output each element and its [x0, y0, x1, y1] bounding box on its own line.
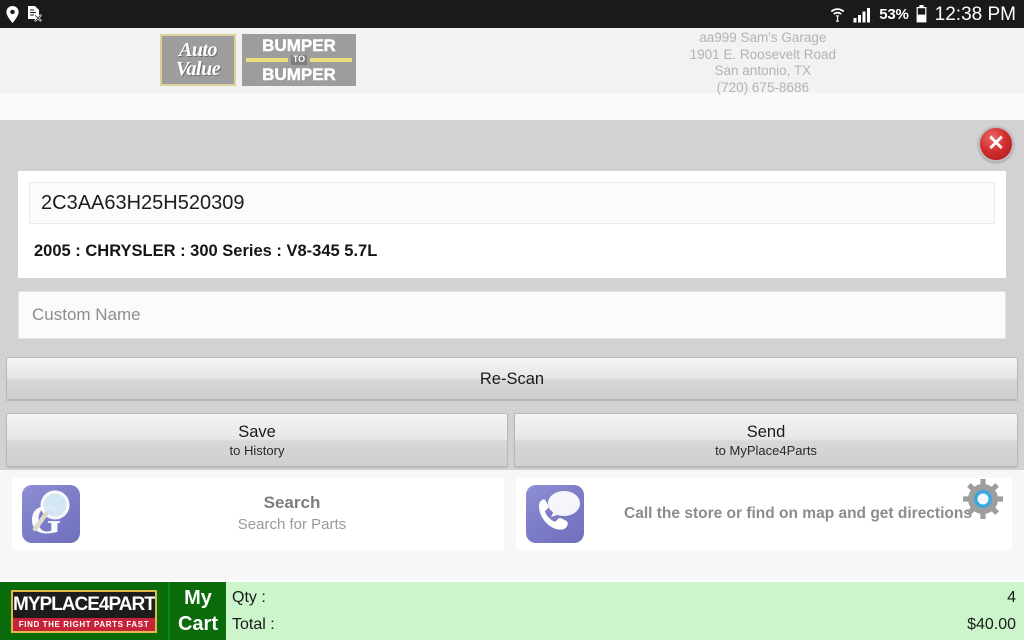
my-cart-button[interactable]: My Cart [168, 582, 226, 640]
custom-name-input[interactable] [18, 291, 1006, 339]
my-cart-line1: My [184, 587, 212, 609]
save-to-history-button[interactable]: Save to History [6, 413, 508, 467]
search-tile-subtitle: Search for Parts [237, 516, 347, 533]
gear-icon[interactable] [960, 476, 1006, 522]
contact-tile-label: Call the store or find on map and get di… [624, 505, 972, 522]
vehicle-description: 2005 : CHRYSLER : 300 Series : V8-345 5.… [34, 242, 378, 260]
status-bar-right-icons: 53% 12:38 PM [829, 5, 1016, 24]
myplace4parts-logo-box: MYPLACE4PARTS FIND THE RIGHT PARTS FAST [11, 589, 157, 633]
store-info: aa999 Sam's Garage 1901 E. Roosevelt Roa… [690, 30, 836, 96]
close-icon-glyph: ✕ [987, 131, 1005, 155]
search-tile-text: Search Search for Parts [80, 492, 504, 536]
logo-text-my: MY [13, 593, 40, 615]
rescan-button-label: Re-Scan [479, 369, 545, 388]
logo-text-parts: PARTS [108, 593, 155, 615]
save-button-title: Save [238, 422, 276, 441]
save-button-subtitle: to History [229, 442, 285, 458]
store-address: 1901 E. Roosevelt Road [689, 46, 836, 62]
auto-value-logo-line2: Value [175, 58, 221, 80]
status-bar-left-icons [6, 5, 42, 23]
send-button-title: Send [746, 422, 786, 441]
header-spacer [0, 93, 1024, 120]
logo-text-place: PLACE [39, 593, 100, 615]
close-icon[interactable]: ✕ [978, 126, 1014, 162]
search-magnifier-icon: G [22, 485, 80, 543]
cart-totals: Qty : 4 Total : $40.00 [226, 582, 1024, 640]
bumper-logo-bar-left [246, 57, 288, 62]
battery-icon [916, 5, 927, 23]
document-error-icon [27, 5, 42, 23]
cart-qty-value: 4 [1007, 589, 1016, 606]
vin-input[interactable] [29, 182, 995, 224]
cart-qty-label: Qty : [232, 589, 266, 606]
myplace4parts-logo-title: MYPLACE4PARTS [13, 592, 155, 618]
bumper-logo-to-label: TO [290, 54, 308, 65]
my-cart-line2: Cart [177, 613, 218, 635]
cart-total-label: Total : [232, 616, 275, 633]
contact-tile[interactable]: Call the store or find on map and get di… [516, 478, 1012, 550]
bumper-to-bumper-logo: BUMPER TO BUMPER [242, 34, 356, 86]
bumper-logo-line1: BUMPER [262, 36, 336, 56]
status-bar-clock: 12:38 PM [934, 3, 1016, 25]
brand-logos: Auto Value BUMPER TO BUMPER [160, 34, 356, 86]
app-root: 53% 12:38 PM Auto Value BUMPER TO BUMPER… [0, 0, 1024, 640]
send-button-subtitle: to MyPlace4Parts [715, 442, 817, 458]
android-status-bar: 53% 12:38 PM [0, 0, 1024, 28]
location-pin-icon [6, 5, 19, 23]
vin-scan-dialog: ✕ 2005 : CHRYSLER : 300 Series : V8-345 … [0, 120, 1024, 470]
cart-qty-row: Qty : 4 [232, 584, 1016, 611]
vin-result-card: 2005 : CHRYSLER : 300 Series : V8-345 5.… [18, 171, 1006, 278]
cart-total-row: Total : $40.00 [232, 611, 1016, 638]
search-tile[interactable]: G Search Search for Parts [12, 478, 504, 550]
bumper-logo-line2: BUMPER [262, 64, 336, 84]
store-name: aa999 Sam's Garage [699, 30, 827, 45]
myplace4parts-logo[interactable]: MYPLACE4PARTS FIND THE RIGHT PARTS FAST [0, 582, 168, 640]
send-to-myplace4parts-button[interactable]: Send to MyPlace4Parts [514, 413, 1018, 467]
wifi-transfer-icon [829, 5, 846, 23]
bumper-logo-bar-right [310, 57, 352, 62]
myplace4parts-logo-tagline: FIND THE RIGHT PARTS FAST [13, 617, 155, 631]
cellular-signal-icon [853, 6, 872, 23]
store-city-state: San antonio, TX [714, 63, 812, 78]
contact-tile-text: Call the store or find on map and get di… [584, 503, 1012, 525]
background-tiles: G Search Search for Parts Call the store… [0, 470, 1024, 580]
cart-total-value: $40.00 [967, 616, 1016, 633]
cart-bar: MYPLACE4PARTS FIND THE RIGHT PARTS FAST … [0, 582, 1024, 640]
battery-percent-label: 53% [879, 5, 909, 23]
auto-value-logo: Auto Value [160, 34, 236, 86]
store-phone: (720) 675-8686 [716, 79, 809, 95]
search-tile-title: Search [263, 493, 321, 512]
rescan-button[interactable]: Re-Scan [6, 357, 1018, 400]
phone-icon [526, 485, 584, 543]
page-header [0, 28, 1024, 94]
